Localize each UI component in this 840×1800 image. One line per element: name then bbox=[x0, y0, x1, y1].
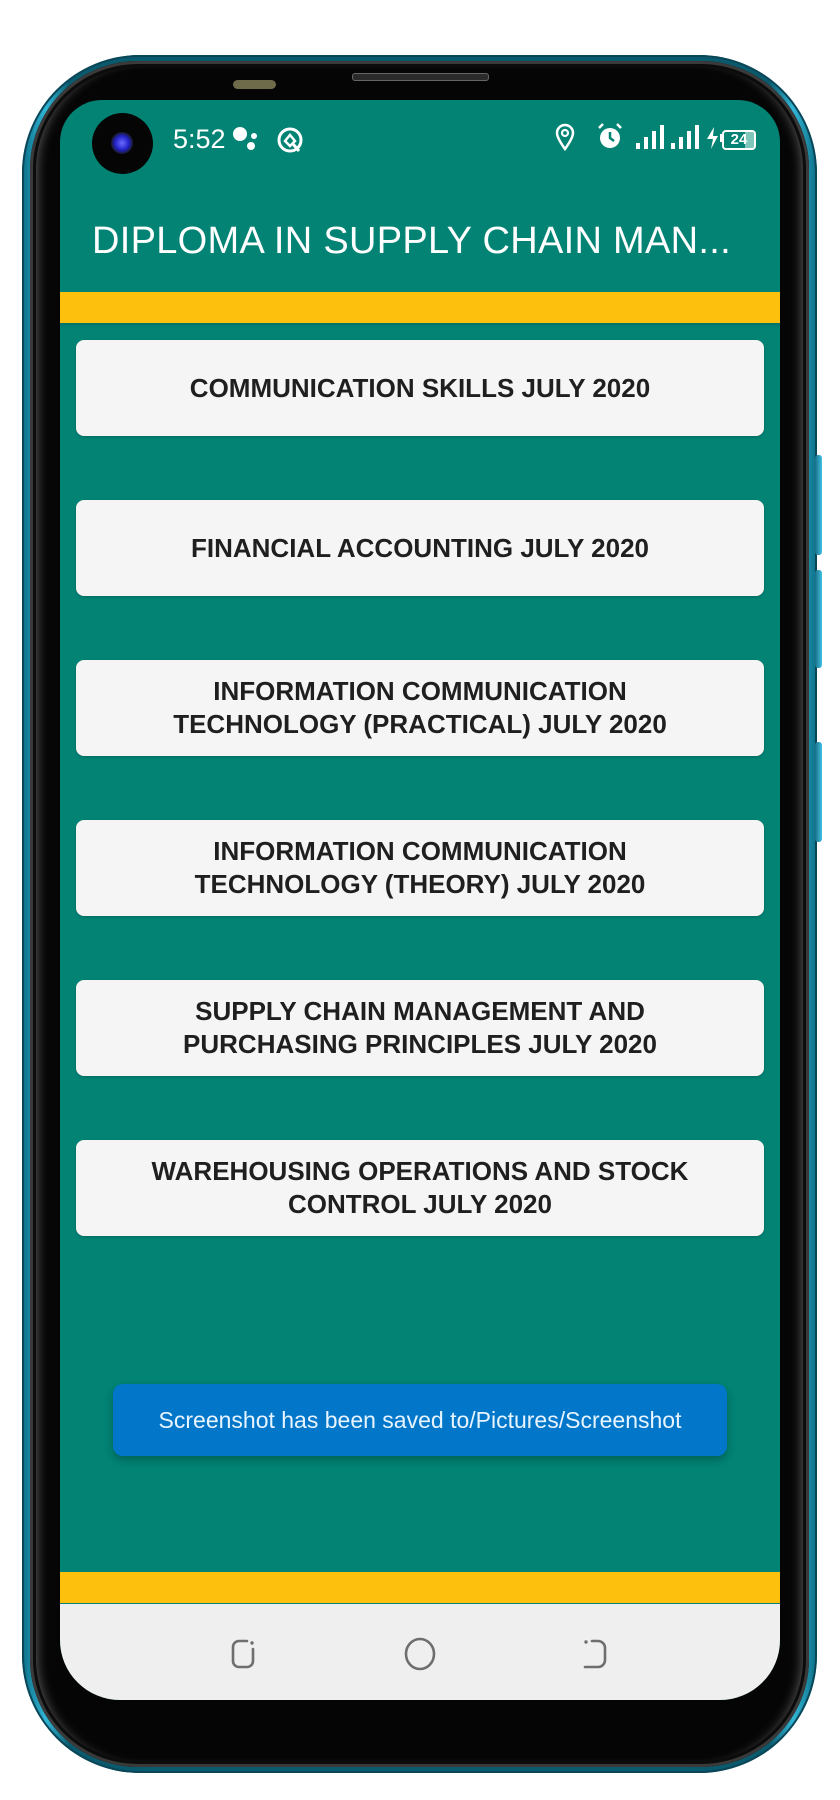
signal-2-icon bbox=[671, 125, 699, 149]
accent-bar-top bbox=[60, 292, 780, 323]
subject-label: COMMUNICATION SKILLS JULY 2020 bbox=[189, 372, 651, 403]
subject-card-ict-theory[interactable]: INFORMATION COMMUNICATION TECHNOLOGY (TH… bbox=[76, 820, 764, 916]
battery-icon: 24 bbox=[722, 130, 756, 150]
recents-icon[interactable] bbox=[221, 1632, 265, 1676]
earpiece-speaker bbox=[352, 73, 489, 81]
app-bar: DIPLOMA IN SUPPLY CHAIN MAN... bbox=[60, 190, 780, 292]
proximity-sensor bbox=[233, 80, 276, 89]
navigation-bar bbox=[60, 1604, 780, 1700]
signal-1-icon bbox=[636, 125, 664, 149]
subject-label: INFORMATION COMMUNICATION TECHNOLOGY (TH… bbox=[194, 836, 646, 899]
volume-up-button bbox=[815, 455, 822, 555]
subject-card-ict-practical[interactable]: INFORMATION COMMUNICATION TECHNOLOGY (PR… bbox=[76, 660, 764, 756]
toast-message: Screenshot has been saved to/Pictures/Sc… bbox=[158, 1406, 682, 1433]
q-status-icon bbox=[277, 127, 303, 153]
charging-icon bbox=[707, 127, 723, 149]
subject-label: WAREHOUSING OPERATIONS AND STOCK CONTROL… bbox=[151, 1156, 689, 1219]
toast-notification: Screenshot has been saved to/Pictures/Sc… bbox=[113, 1384, 727, 1456]
page-title: DIPLOMA IN SUPPLY CHAIN MAN... bbox=[92, 220, 731, 262]
subject-card-scm-purchasing[interactable]: SUPPLY CHAIN MANAGEMENT AND PURCHASING P… bbox=[76, 980, 764, 1076]
subject-label: INFORMATION COMMUNICATION TECHNOLOGY (PR… bbox=[173, 676, 667, 739]
subject-label: FINANCIAL ACCOUNTING JULY 2020 bbox=[191, 532, 649, 563]
assistant-dots-icon bbox=[233, 127, 257, 150]
front-camera bbox=[92, 113, 153, 174]
power-button bbox=[815, 742, 822, 842]
subject-card-warehousing[interactable]: WAREHOUSING OPERATIONS AND STOCK CONTROL… bbox=[76, 1140, 764, 1236]
accent-bar-bottom bbox=[60, 1572, 780, 1603]
phone-screen: 5:52 24 DIPLOMA IN SUPPLY CHAIN MAN... C… bbox=[60, 100, 780, 1700]
location-icon bbox=[555, 123, 575, 152]
back-icon[interactable] bbox=[574, 1632, 618, 1676]
status-time: 5:52 bbox=[173, 124, 226, 154]
alarm-icon bbox=[598, 123, 622, 148]
subject-label: SUPPLY CHAIN MANAGEMENT AND PURCHASING P… bbox=[183, 996, 657, 1059]
home-icon[interactable] bbox=[398, 1632, 442, 1676]
status-bar: 5:52 24 bbox=[60, 100, 780, 190]
volume-down-button bbox=[815, 570, 822, 668]
battery-level: 24 bbox=[730, 131, 748, 148]
subject-card-financial-accounting[interactable]: FINANCIAL ACCOUNTING JULY 2020 bbox=[76, 500, 764, 596]
subject-card-communication-skills[interactable]: COMMUNICATION SKILLS JULY 2020 bbox=[76, 340, 764, 436]
